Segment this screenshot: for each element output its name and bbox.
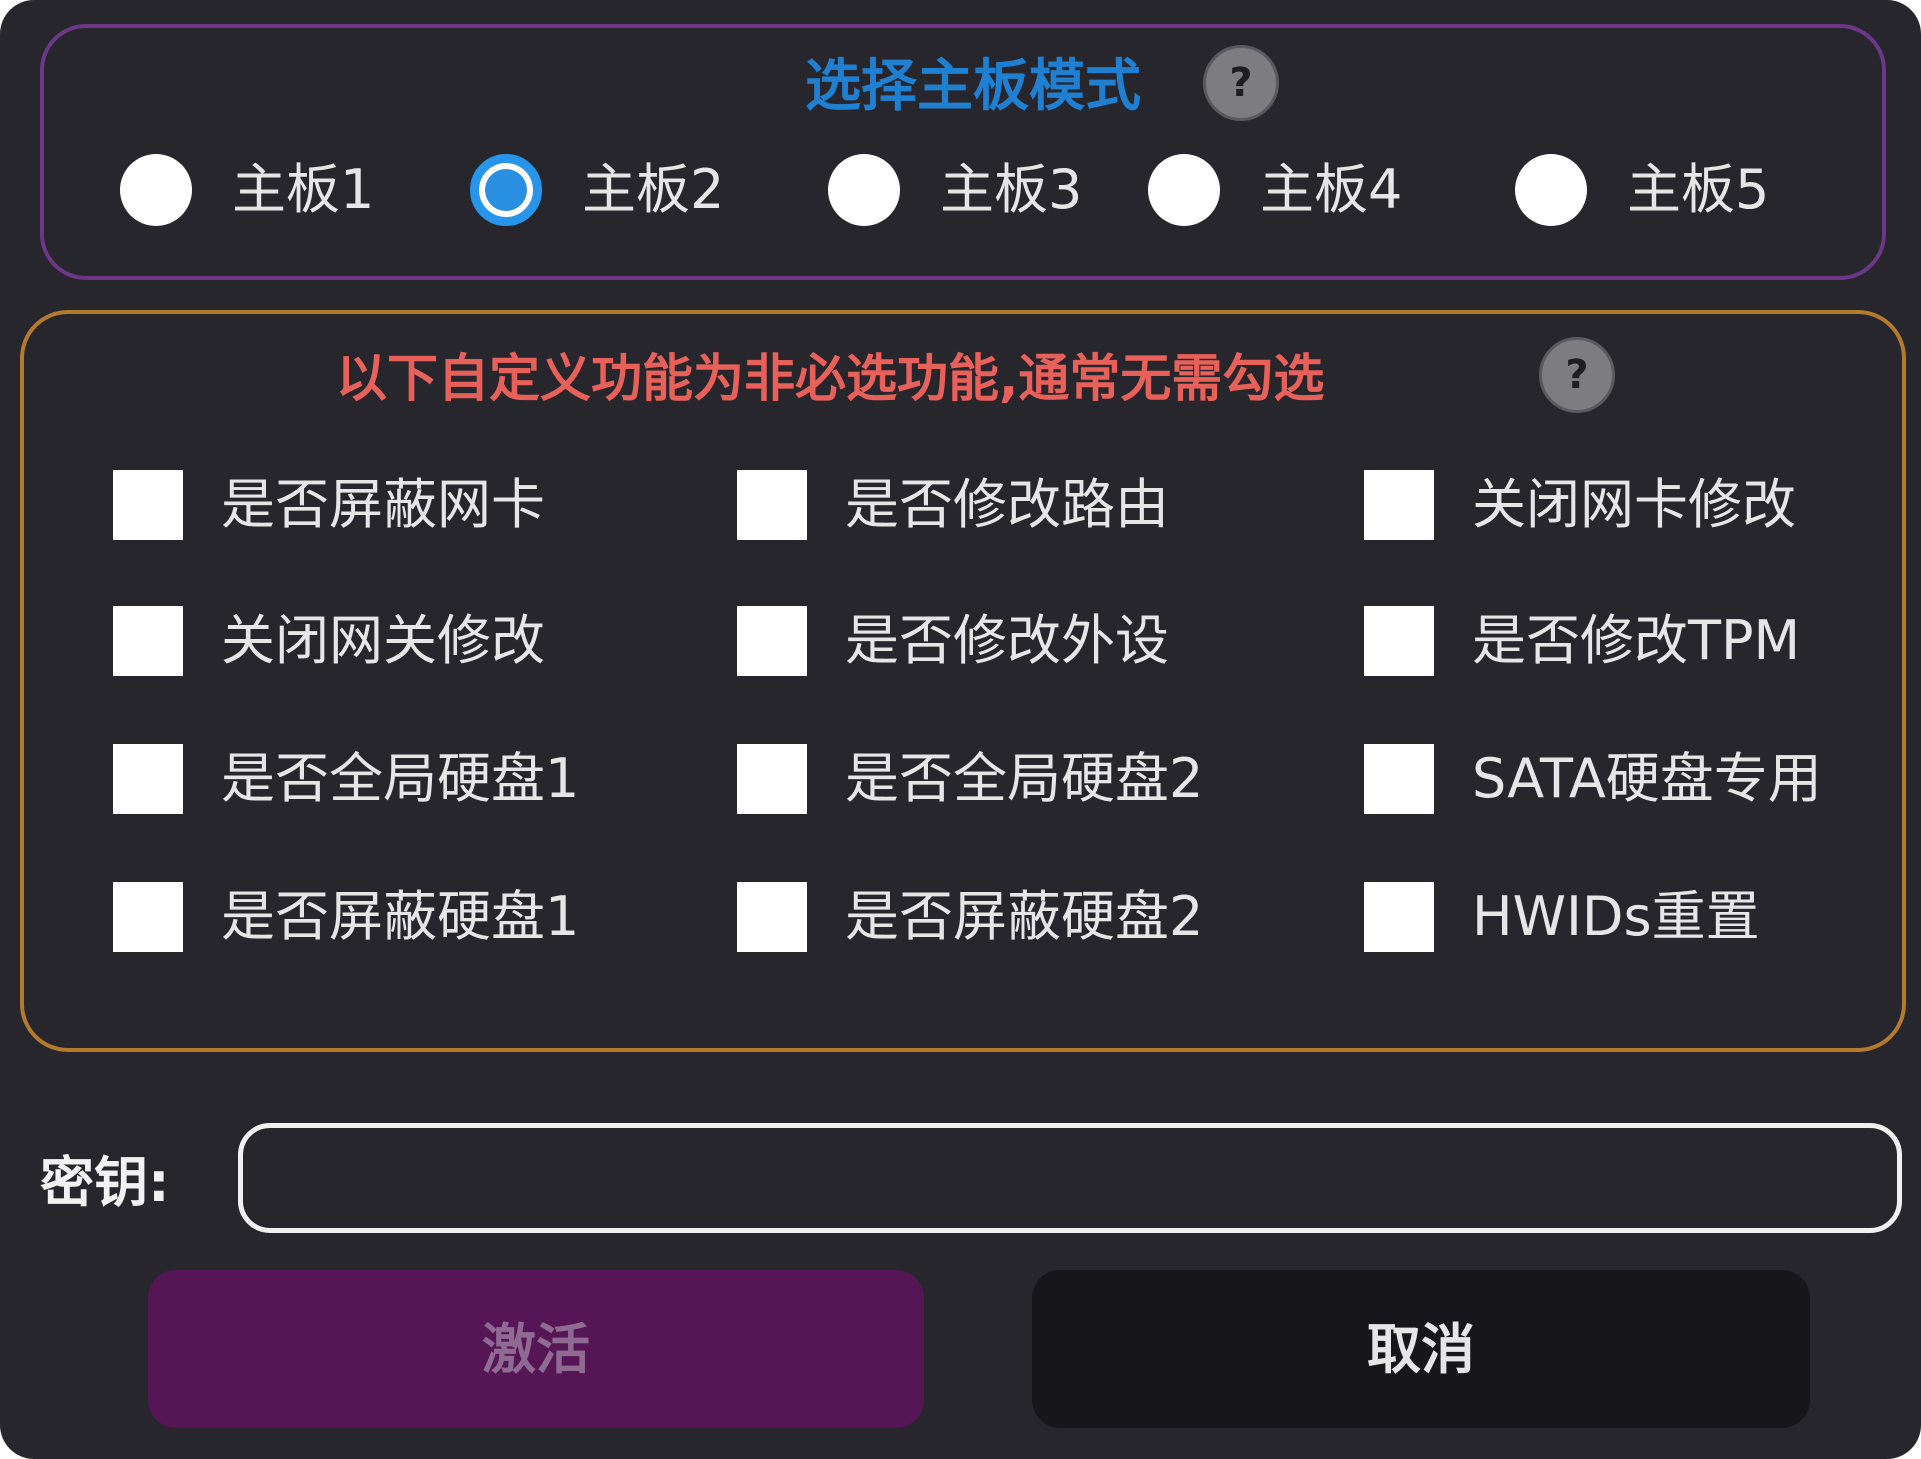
key-label: 密钥: bbox=[40, 1151, 170, 1214]
checkbox-label: 是否屏蔽硬盘1 bbox=[221, 885, 580, 948]
checkbox-disable-nic-modify[interactable]: 关闭网卡修改 bbox=[1364, 468, 1796, 542]
radio-board-4[interactable]: 主板4 bbox=[1148, 152, 1402, 228]
checkbox-block-disk-2[interactable]: 是否屏蔽硬盘2 bbox=[737, 880, 1203, 954]
radio-board-1[interactable]: 主板1 bbox=[120, 152, 374, 228]
checkbox-label: 是否屏蔽网卡 bbox=[221, 473, 545, 536]
radio-label: 主板1 bbox=[232, 158, 375, 221]
checkbox-label: 是否全局硬盘1 bbox=[221, 747, 580, 810]
radio-label: 主板5 bbox=[1627, 158, 1770, 221]
checkbox-label: 关闭网关修改 bbox=[221, 609, 545, 672]
checkbox-label: 是否修改TPM bbox=[1472, 609, 1801, 672]
radio-label: 主板3 bbox=[940, 158, 1083, 221]
checkbox-label: HWIDs重置 bbox=[1472, 885, 1760, 948]
checkbox-label: 关闭网卡修改 bbox=[1472, 473, 1796, 536]
checkbox-modify-peripherals[interactable]: 是否修改外设 bbox=[737, 604, 1169, 678]
radio-label: 主板2 bbox=[582, 158, 725, 221]
checkbox-modify-route[interactable]: 是否修改路由 bbox=[737, 468, 1169, 542]
radio-board-2[interactable]: 主板2 bbox=[470, 152, 724, 228]
checkbox[interactable] bbox=[1364, 606, 1434, 676]
checkbox[interactable] bbox=[737, 470, 807, 540]
radio-board-3[interactable]: 主板3 bbox=[828, 152, 1082, 228]
help-icon[interactable]: ? bbox=[1539, 337, 1615, 413]
radio-button[interactable] bbox=[120, 154, 192, 226]
checkbox-global-disk-2[interactable]: 是否全局硬盘2 bbox=[737, 742, 1203, 816]
checkbox-sata-disk[interactable]: SATA硬盘专用 bbox=[1364, 742, 1822, 816]
board-mode-title: 选择主板模式 bbox=[805, 54, 1141, 119]
radio-button[interactable] bbox=[828, 154, 900, 226]
activation-dialog: 选择主板模式 ? 主板1 主板2 主板3 主板4 主板5 以下自定义功能为非必选… bbox=[0, 0, 1921, 1459]
radio-label: 主板4 bbox=[1260, 158, 1403, 221]
checkbox[interactable] bbox=[1364, 470, 1434, 540]
checkbox-label: 是否全局硬盘2 bbox=[845, 747, 1204, 810]
checkbox-disable-gateway-modify[interactable]: 关闭网关修改 bbox=[113, 604, 545, 678]
checkbox[interactable] bbox=[113, 882, 183, 952]
radio-button-selected[interactable] bbox=[470, 154, 542, 226]
checkbox-global-disk-1[interactable]: 是否全局硬盘1 bbox=[113, 742, 579, 816]
checkbox[interactable] bbox=[113, 744, 183, 814]
checkbox[interactable] bbox=[1364, 882, 1434, 952]
custom-features-title: 以下自定义功能为非必选功能,通常无需勾选 bbox=[336, 350, 1325, 409]
checkbox-label: 是否修改路由 bbox=[845, 473, 1169, 536]
checkbox-label: 是否屏蔽硬盘2 bbox=[845, 885, 1204, 948]
checkbox[interactable] bbox=[737, 606, 807, 676]
radio-board-5[interactable]: 主板5 bbox=[1515, 152, 1769, 228]
checkbox-modify-tpm[interactable]: 是否修改TPM bbox=[1364, 604, 1800, 678]
cancel-button[interactable]: 取消 bbox=[1032, 1270, 1810, 1428]
checkbox-label: SATA硬盘专用 bbox=[1472, 747, 1822, 810]
checkbox[interactable] bbox=[113, 470, 183, 540]
radio-button[interactable] bbox=[1515, 154, 1587, 226]
checkbox[interactable] bbox=[737, 882, 807, 952]
checkbox-hwids-reset[interactable]: HWIDs重置 bbox=[1364, 880, 1760, 954]
checkbox-block-disk-1[interactable]: 是否屏蔽硬盘1 bbox=[113, 880, 579, 954]
key-input[interactable] bbox=[238, 1123, 1902, 1233]
activate-button[interactable]: 激活 bbox=[148, 1270, 924, 1428]
checkbox[interactable] bbox=[113, 606, 183, 676]
help-icon[interactable]: ? bbox=[1203, 45, 1279, 121]
radio-button[interactable] bbox=[1148, 154, 1220, 226]
checkbox-block-nic[interactable]: 是否屏蔽网卡 bbox=[113, 468, 545, 542]
checkbox-label: 是否修改外设 bbox=[845, 609, 1169, 672]
checkbox[interactable] bbox=[1364, 744, 1434, 814]
checkbox[interactable] bbox=[737, 744, 807, 814]
